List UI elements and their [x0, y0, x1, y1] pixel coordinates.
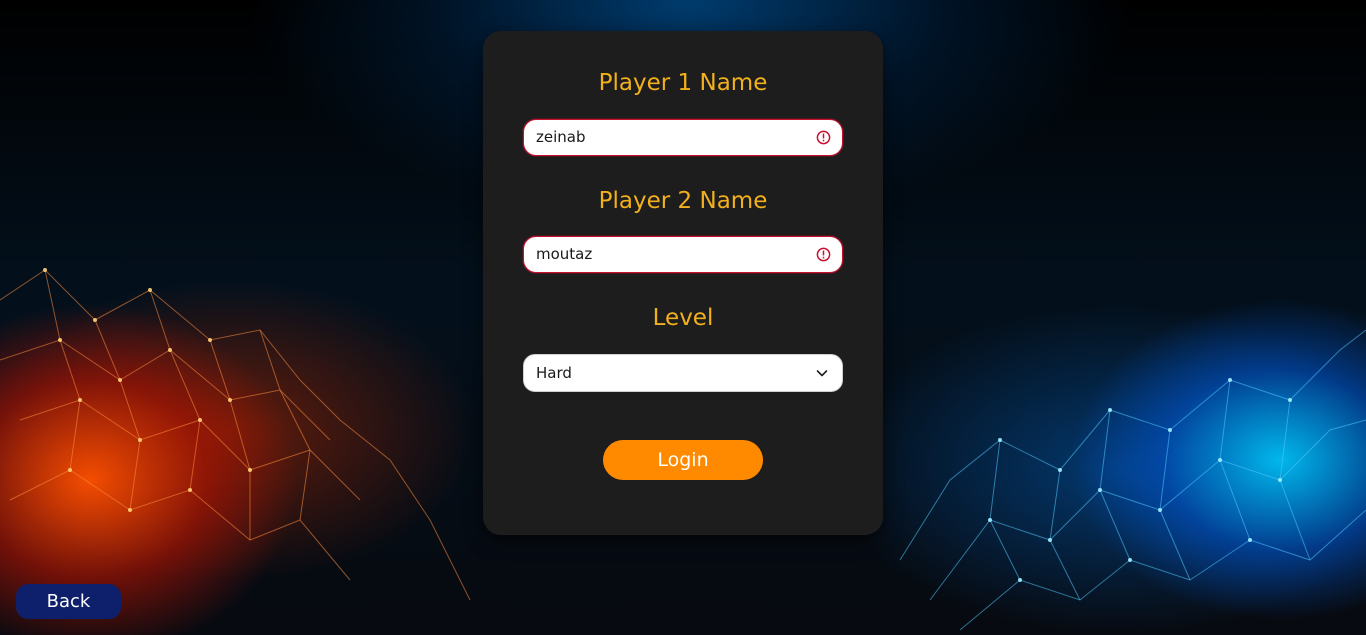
login-button[interactable]: Login [603, 440, 763, 480]
player1-label: Player 1 Name [598, 70, 768, 96]
player2-name-value: moutaz [536, 245, 593, 263]
login-card: Player 1 Name zeinab Player 2 Name mouta… [483, 31, 883, 535]
level-label: Level [652, 305, 714, 331]
player2-label: Player 2 Name [598, 188, 768, 214]
level-selected-value: Hard [536, 364, 572, 382]
player1-name-input[interactable]: zeinab [523, 119, 843, 156]
exclamation-circle-icon [816, 247, 831, 262]
chevron-down-icon [816, 370, 828, 377]
back-button[interactable]: Back [16, 584, 121, 619]
level-select[interactable]: Hard [523, 354, 843, 392]
player2-name-input[interactable]: moutaz [523, 236, 843, 273]
exclamation-circle-icon [816, 130, 831, 145]
player1-name-value: zeinab [536, 128, 586, 146]
